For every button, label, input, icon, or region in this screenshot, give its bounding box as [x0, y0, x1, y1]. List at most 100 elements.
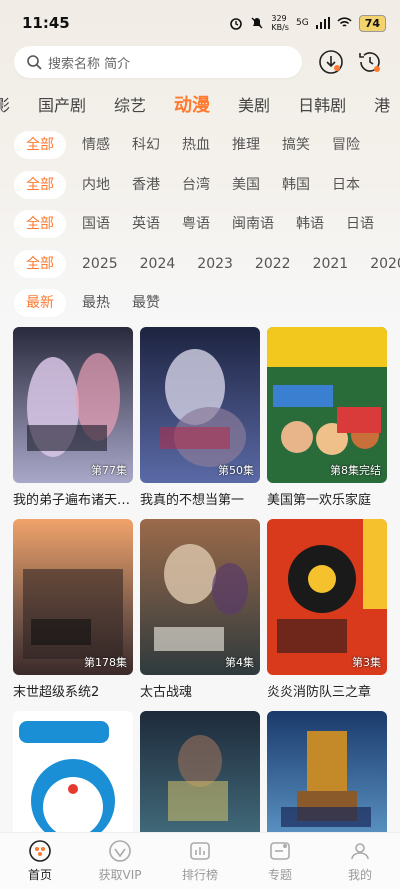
tab-label: 排行榜: [181, 868, 218, 882]
signal-icon: [315, 17, 330, 29]
tab-category[interactable]: 综艺: [114, 92, 146, 116]
bottom-tab-bar: 首页 获取VIP 排行榜 专题 我的: [0, 832, 400, 889]
filter-chip[interactable]: 情感: [82, 131, 110, 159]
video-card[interactable]: 第77集 我的弟子遍布诸天万界: [13, 327, 133, 508]
tab-category[interactable]: 日韩剧: [298, 92, 346, 116]
tab-vip[interactable]: 获取VIP: [80, 833, 160, 889]
tab-category[interactable]: 港: [374, 92, 390, 116]
video-card[interactable]: 第4集 太古战魂: [140, 519, 260, 700]
tab-category[interactable]: 影: [0, 92, 10, 116]
filter-row-sort: 最新 最热 最赞: [14, 288, 400, 318]
filter-chip[interactable]: 2023: [197, 250, 233, 278]
status-bar: 11:45 329 KB/s 5G 74: [0, 0, 400, 44]
filter-chip[interactable]: 热血: [182, 131, 210, 159]
filter-chip[interactable]: 2020: [370, 250, 400, 278]
tab-label: 获取VIP: [98, 868, 142, 882]
episode-badge: 第77集: [91, 464, 127, 477]
history-icon[interactable]: [356, 48, 384, 76]
filter-chip[interactable]: 日语: [346, 210, 374, 238]
sort-chip-selected[interactable]: 最新: [14, 289, 66, 317]
episode-badge: 第8集完结: [330, 464, 381, 477]
tab-ranking[interactable]: 排行榜: [160, 833, 240, 889]
vip-icon: [109, 840, 131, 862]
filter-chip[interactable]: 韩语: [296, 210, 324, 238]
sort-chip[interactable]: 最热: [82, 289, 110, 317]
status-icons: 329 KB/s 5G 74: [229, 14, 386, 32]
video-card[interactable]: 第8集完结 美国第一欢乐家庭: [267, 327, 387, 508]
net-speed: 329 KB/s: [271, 14, 289, 32]
filter-chip[interactable]: 英语: [132, 210, 160, 238]
filter-chip[interactable]: 2024: [140, 250, 176, 278]
filter-row-region: 全部 内地 香港 台湾 美国 韩国 日本: [14, 170, 400, 200]
profile-icon: [351, 843, 369, 860]
tab-category-active[interactable]: 动漫: [174, 91, 210, 117]
filter-chip[interactable]: 2021: [313, 250, 349, 278]
episode-badge: 第50集: [218, 464, 254, 477]
filter-chip[interactable]: 推理: [232, 131, 260, 159]
video-card[interactable]: 第178集 末世超级系统2: [13, 519, 133, 700]
filter-chip[interactable]: 闽南语: [232, 210, 274, 238]
video-poster: 第50集: [140, 327, 260, 483]
filter-chip[interactable]: 日本: [332, 171, 360, 199]
video-title: 末世超级系统2: [13, 685, 100, 700]
filter-chip[interactable]: 2025: [82, 250, 118, 278]
filter-chip[interactable]: 搞笑: [282, 131, 310, 159]
filter-row-language: 全部 国语 英语 粤语 闽南语 韩语 日语: [14, 209, 400, 239]
filter-row-type: 全部 情感 科幻 热血 推理 搞笑 冒险: [14, 130, 400, 160]
tab-profile[interactable]: 我的: [320, 833, 400, 889]
tab-category[interactable]: 美剧: [238, 92, 270, 116]
wifi-icon: [337, 17, 352, 27]
filter-chip[interactable]: 粤语: [182, 210, 210, 238]
filter-chip[interactable]: 内地: [82, 171, 110, 199]
episode-badge: 第178集: [84, 656, 127, 669]
download-icon[interactable]: [317, 48, 345, 76]
filter-chip[interactable]: 国语: [82, 210, 110, 238]
video-title: 美国第一欢乐家庭: [267, 493, 372, 508]
topic-icon: [270, 842, 290, 860]
video-poster: 第8集完结: [267, 327, 387, 483]
video-card[interactable]: 第50集 我真的不想当第一: [140, 327, 260, 508]
tab-topic[interactable]: 专题: [240, 833, 320, 889]
filter-chip[interactable]: 科幻: [132, 131, 160, 159]
home-icon: [29, 840, 51, 862]
video-poster: 第178集: [13, 519, 133, 675]
tab-category[interactable]: 国产剧: [38, 92, 86, 116]
filter-chip[interactable]: 美国: [232, 171, 260, 199]
filter-chip-selected[interactable]: 全部: [14, 250, 66, 278]
filter-chip[interactable]: 2022: [255, 250, 291, 278]
mute-icon: [251, 17, 263, 29]
filter-chip[interactable]: 台湾: [182, 171, 210, 199]
video-poster: 第3集: [267, 519, 387, 675]
filter-row-year: 全部 2025 2024 2023 2022 2021 2020: [14, 249, 400, 279]
tab-home[interactable]: 首页: [0, 833, 80, 889]
video-title: 我的弟子遍布诸天万界: [13, 493, 133, 508]
ranking-icon: [190, 842, 210, 860]
video-title: 我真的不想当第一: [140, 493, 245, 508]
filter-chip[interactable]: 韩国: [282, 171, 310, 199]
video-title: 炎炎消防队三之章: [267, 685, 372, 700]
search-icon: [27, 55, 42, 70]
video-poster: 第4集: [140, 519, 260, 675]
clock: 11:45: [22, 14, 70, 32]
video-poster: 第77集: [13, 327, 133, 483]
search-placeholder: 搜索名称 简介: [48, 56, 131, 72]
filter-chip-selected[interactable]: 全部: [14, 131, 66, 159]
search-bar[interactable]: 搜索名称 简介: [14, 46, 302, 78]
battery-level: 74: [358, 14, 386, 32]
tab-label: 首页: [27, 868, 52, 882]
network-type: 5G: [295, 18, 309, 28]
video-card[interactable]: 第3集 炎炎消防队三之章: [267, 519, 387, 700]
episode-badge: 第3集: [352, 656, 381, 669]
net-speed-unit: KB/s: [271, 23, 289, 32]
video-title: 太古战魂: [140, 685, 193, 700]
category-tabs: 影 国产剧 综艺 动漫 美剧 日韩剧 港: [0, 88, 394, 120]
filter-chip[interactable]: 香港: [132, 171, 160, 199]
filter-chip[interactable]: 冒险: [332, 131, 360, 159]
episode-badge: 第4集: [225, 656, 254, 669]
alarm-icon: [230, 18, 243, 30]
filter-chip-selected[interactable]: 全部: [14, 210, 66, 238]
filter-chip-selected[interactable]: 全部: [14, 171, 66, 199]
net-speed-value: 329: [271, 14, 287, 23]
sort-chip[interactable]: 最赞: [132, 289, 160, 317]
tab-label: 专题: [267, 868, 292, 882]
